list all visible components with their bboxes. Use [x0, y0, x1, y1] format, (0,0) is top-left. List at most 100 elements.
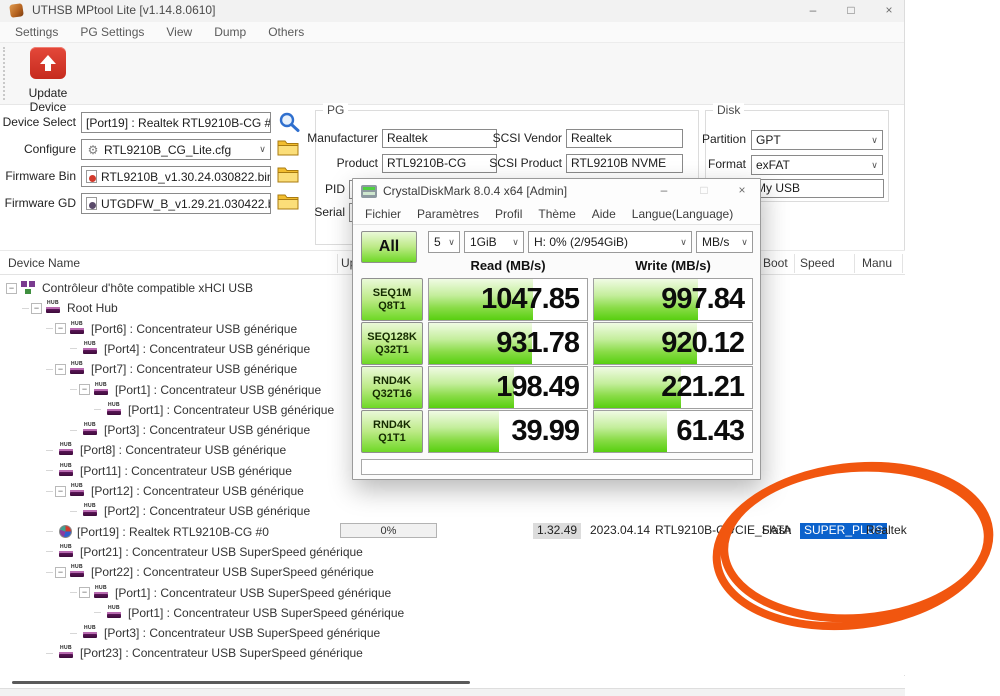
tree-connector — [70, 430, 77, 431]
cdm-window-title: CrystalDiskMark 8.0.4 x64 [Admin] — [383, 184, 567, 198]
column-speed[interactable]: Speed — [800, 251, 835, 276]
chevron-down-icon: ∨ — [444, 237, 459, 248]
horizontal-scrollbar[interactable] — [0, 676, 905, 688]
column-separator — [794, 254, 795, 273]
cdm-read-cell: 198.49 — [428, 366, 588, 409]
unit-select[interactable]: MB/s∨ — [696, 231, 753, 253]
menu-item-dump[interactable]: Dump — [203, 22, 257, 42]
tree-item[interactable]: HUB[Port2] : Concentrateur USB générique — [0, 501, 905, 521]
scrollbar-thumb[interactable] — [12, 681, 470, 684]
column-manu[interactable]: Manu — [862, 251, 892, 276]
test-count-select[interactable]: 5∨ — [428, 231, 460, 253]
menu-item-langue-language[interactable]: Langue(Language) — [624, 204, 741, 224]
menu-item-view[interactable]: View — [155, 22, 203, 42]
usb-hub-icon: HUB — [59, 443, 75, 457]
tree-item-label: [Port3] : Concentrateur USB SuperSpeed g… — [104, 626, 380, 640]
chevron-down-icon: ∨ — [255, 144, 270, 155]
collapse-expander-icon[interactable]: − — [55, 323, 66, 334]
tree-connector — [70, 511, 77, 512]
tree-item-label: [Port21] : Concentrateur USB SuperSpeed … — [80, 545, 363, 559]
partition-combobox[interactable]: GPT ∨ — [751, 130, 883, 150]
collapse-expander-icon[interactable]: − — [31, 303, 42, 314]
tree-item[interactable]: HUB[Port23] : Concentrateur USB SuperSpe… — [0, 643, 905, 663]
tree-connector — [94, 612, 101, 613]
tree-connector — [94, 409, 101, 410]
partition-value: GPT — [756, 133, 867, 147]
usb-hub-icon: HUB — [59, 464, 75, 478]
update-device-button[interactable]: Update Device — [10, 47, 86, 103]
menu-item-aide[interactable]: Aide — [584, 204, 624, 224]
tree-item-label: [Port3] : Concentrateur USB générique — [104, 423, 310, 437]
status-bar — [0, 688, 905, 696]
cdm-minimize-button[interactable]: – — [649, 180, 679, 202]
scsi-product-field[interactable]: RTL9210B NVME — [566, 154, 683, 173]
cdm-comment-input[interactable] — [361, 459, 753, 475]
target-drive-select[interactable]: H: 0% (2/954GiB)∨ — [528, 231, 692, 253]
chevron-down-icon: ∨ — [867, 135, 882, 146]
tree-item-label: [Port23] : Concentrateur USB SuperSpeed … — [80, 646, 363, 660]
collapse-expander-icon[interactable]: − — [55, 567, 66, 578]
write-value: 920.12 — [661, 327, 744, 360]
volume-label-field[interactable]: My USB — [751, 179, 884, 198]
tree-connector — [46, 450, 53, 451]
chevron-down-icon: ∨ — [737, 237, 752, 248]
tree-item-label: [Port12] : Concentrateur USB générique — [91, 484, 304, 498]
column-separator — [854, 254, 855, 273]
tree-connector — [46, 369, 53, 370]
cdm-close-button[interactable]: × — [727, 180, 757, 202]
tree-item[interactable]: HUB [Port3] : Concentrateur USB SuperSpee… — [0, 623, 905, 643]
menu-item-fichier[interactable]: Fichier — [357, 204, 409, 224]
configure-label: Configure — [0, 139, 76, 160]
close-button[interactable]: × — [872, 0, 906, 22]
menu-item-th-me[interactable]: Thème — [530, 204, 583, 224]
cdm-maximize-button[interactable]: □ — [689, 180, 719, 202]
tree-item-label: [Port6] : Concentrateur USB générique — [91, 322, 297, 336]
gear-icon: ⚙ — [86, 143, 100, 157]
cdm-all-button[interactable]: All — [361, 231, 417, 263]
format-combobox[interactable]: exFAT ∨ — [751, 155, 883, 175]
menu-item-others[interactable]: Others — [257, 22, 315, 42]
tree-connector — [46, 572, 53, 573]
test-size-select[interactable]: 1GiB∨ — [464, 231, 524, 253]
partition-label: Partition — [690, 130, 746, 149]
collapse-expander-icon[interactable]: − — [55, 364, 66, 375]
tree-item[interactable]: HUB [Port21] : Concentrateur USB SuperSpe… — [0, 542, 905, 562]
tree-item[interactable]: −HUB[Port22] : Concentrateur USB SuperSp… — [0, 562, 905, 582]
menu-item-pg-settings[interactable]: PG Settings — [69, 22, 155, 42]
minimize-button[interactable]: – — [796, 0, 830, 22]
tree-item[interactable]: −HUB[Port1] : Concentrateur USB SuperSpe… — [0, 583, 905, 603]
tree-connector — [46, 491, 53, 492]
firmware-bin-label: Firmware Bin — [0, 166, 76, 187]
collapse-expander-icon[interactable]: − — [55, 486, 66, 497]
tree-item[interactable]: HUB[Port1] : Concentrateur USB SuperSpee… — [0, 603, 905, 623]
usb-device-icon — [59, 525, 72, 538]
tree-item-label: [Port1] : Concentrateur USB SuperSpeed g… — [128, 606, 404, 620]
menu-item-profil[interactable]: Profil — [487, 204, 530, 224]
usb-hub-icon: HUB — [70, 322, 86, 336]
cdm-test-button-rnd4k-q1t1[interactable]: RND4KQ1T1 — [361, 410, 423, 453]
configure-combobox[interactable]: ⚙RTL9210B_CG_Lite.cfg∨ — [81, 139, 271, 160]
usb-hub-icon: HUB — [83, 626, 99, 640]
cdm-test-button-seq1m-q8t1[interactable]: SEQ1MQ8T1 — [361, 278, 423, 321]
menu-item-param-tres[interactable]: Paramètres — [409, 204, 487, 224]
device-select-combobox[interactable]: [Port19] : Realtek RTL9210B-CG #0∨ — [81, 112, 271, 133]
usb-hub-icon: HUB — [59, 545, 75, 559]
column-boot[interactable]: Boot — [763, 251, 788, 276]
usb-hub-icon: HUB — [94, 586, 110, 600]
collapse-expander-icon[interactable]: − — [6, 283, 17, 294]
firmware-bin-combobox[interactable]: RTL9210B_v1.30.24.030822.bin∨ — [81, 166, 271, 187]
tree-item[interactable]: −HUB[Port12] : Concentrateur USB génériq… — [0, 481, 905, 501]
maximize-button[interactable]: □ — [834, 0, 868, 22]
chevron-down-icon: ∨ — [867, 160, 882, 171]
cdm-test-button-rnd4k-q32t16[interactable]: RND4KQ32T16 — [361, 366, 423, 409]
column-device-name[interactable]: Device Name — [8, 251, 80, 276]
scsi-vendor-field[interactable]: Realtek — [566, 129, 683, 148]
device-select-value: [Port19] : Realtek RTL9210B-CG #0 — [86, 116, 271, 130]
menu-item-settings[interactable]: Settings — [4, 22, 69, 42]
cdm-test-button-seq128k-q32t1[interactable]: SEQ128KQ32T1 — [361, 322, 423, 365]
collapse-expander-icon[interactable]: − — [79, 587, 90, 598]
tree-connector — [46, 653, 53, 654]
cdm-read-cell: 39.99 — [428, 410, 588, 453]
firmware-gd-combobox[interactable]: UTGDFW_B_v1.29.21.030422.bin∨ — [81, 193, 271, 214]
collapse-expander-icon[interactable]: − — [79, 384, 90, 395]
